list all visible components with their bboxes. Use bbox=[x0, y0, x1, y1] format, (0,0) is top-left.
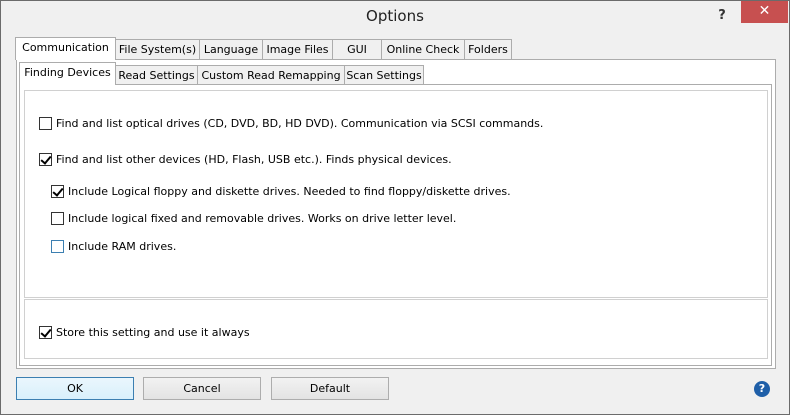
optical-drives-option[interactable]: Find and list optical drives (CD, DVD, B… bbox=[39, 115, 543, 131]
ok-button[interactable]: OK bbox=[16, 377, 134, 400]
logical-fixed-label: Include logical fixed and removable driv… bbox=[68, 211, 457, 225]
tab-read-settings[interactable]: Read Settings bbox=[115, 65, 198, 86]
help-icon[interactable]: ? bbox=[754, 381, 770, 397]
tab-custom-read-remapping[interactable]: Custom Read Remapping bbox=[197, 65, 345, 86]
other-devices-option[interactable]: Find and list other devices (HD, Flash, … bbox=[39, 151, 452, 167]
tab-folders[interactable]: Folders bbox=[464, 39, 512, 60]
options-window: Options ? ✕ Communication File System(s)… bbox=[0, 0, 790, 415]
tab-image-files[interactable]: Image Files bbox=[262, 39, 333, 60]
tab-scan-settings[interactable]: Scan Settings bbox=[344, 65, 424, 86]
tab-finding-devices[interactable]: Finding Devices bbox=[19, 62, 116, 85]
tab-online-check[interactable]: Online Check bbox=[381, 39, 465, 60]
titlebar-help-button[interactable]: ? bbox=[712, 6, 732, 26]
default-button[interactable]: Default bbox=[271, 377, 389, 400]
ram-drives-checkbox[interactable] bbox=[51, 239, 64, 253]
optical-drives-label: Find and list optical drives (CD, DVD, B… bbox=[56, 116, 544, 130]
store-setting-label: Store this setting and use it always bbox=[56, 325, 250, 339]
other-devices-checkbox[interactable] bbox=[39, 152, 52, 166]
logical-fixed-option[interactable]: Include logical fixed and removable driv… bbox=[51, 210, 456, 226]
window-title: Options bbox=[366, 7, 424, 25]
logical-fixed-checkbox[interactable] bbox=[51, 211, 64, 225]
cancel-button[interactable]: Cancel bbox=[143, 377, 261, 400]
title-bar: Options ? ✕ bbox=[1, 1, 789, 32]
other-devices-label: Find and list other devices (HD, Flash, … bbox=[56, 152, 452, 166]
tab-language[interactable]: Language bbox=[199, 39, 263, 60]
logical-floppy-option[interactable]: Include Logical floppy and diskette driv… bbox=[51, 183, 511, 199]
tab-file-systems[interactable]: File System(s) bbox=[115, 39, 200, 60]
tab-gui[interactable]: GUI bbox=[332, 39, 382, 60]
ram-drives-option[interactable]: Include RAM drives. bbox=[51, 238, 176, 254]
optical-drives-checkbox[interactable] bbox=[39, 116, 52, 130]
logical-floppy-checkbox[interactable] bbox=[51, 184, 64, 198]
close-button[interactable]: ✕ bbox=[741, 1, 788, 23]
tab-communication[interactable]: Communication bbox=[15, 37, 116, 60]
ram-drives-label: Include RAM drives. bbox=[68, 239, 177, 253]
store-setting-checkbox[interactable] bbox=[39, 325, 52, 339]
store-setting-option[interactable]: Store this setting and use it always bbox=[39, 324, 250, 340]
logical-floppy-label: Include Logical floppy and diskette driv… bbox=[68, 184, 511, 198]
